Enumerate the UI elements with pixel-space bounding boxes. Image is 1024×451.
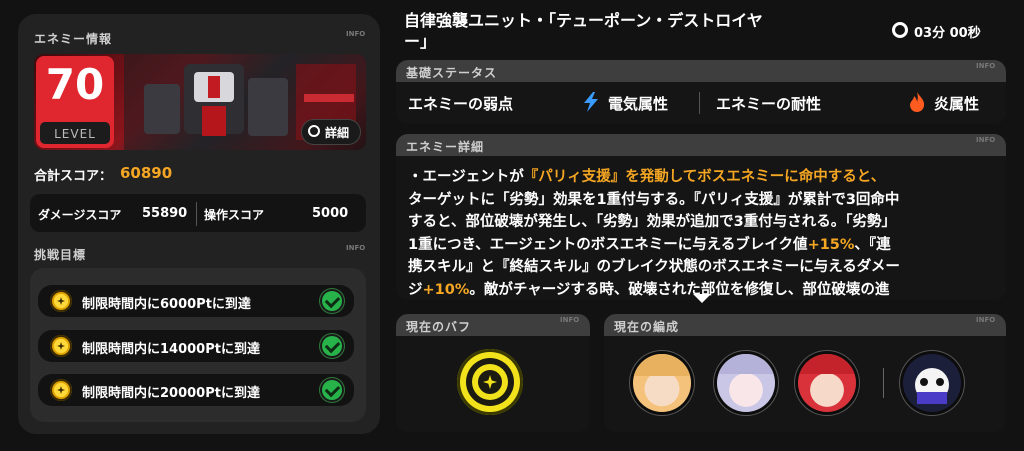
clock-icon (308, 125, 320, 137)
level-value: 70 (45, 60, 105, 109)
info-tag: INFO (976, 316, 996, 324)
timer-text: 03分 00秒 (914, 26, 981, 41)
enemy-title-line-2: ー」 (404, 32, 437, 51)
electric-icon (584, 92, 598, 112)
resistance-label: エネミーの耐性 (716, 95, 822, 113)
info-tag: INFO (976, 62, 996, 70)
medal-icon (50, 335, 72, 357)
info-tag: INFO (346, 244, 366, 252)
enemy-detail-card[interactable]: ・エージェントが『パリィ支援』を発動してボスエネミーに命中すると、 ターゲットに… (396, 156, 1006, 300)
detail-line: ターゲットに「劣勢」効果を1重付与する。『パリィ支援』が累計で3回命中 (408, 191, 900, 208)
medal-icon (50, 379, 72, 401)
level-badge: 70 LEVEL (36, 56, 114, 148)
medal-icon (50, 290, 72, 312)
info-tag: INFO (560, 316, 580, 324)
details-button-label: 詳細 (325, 126, 350, 140)
goal-item: 制限時間内に6000Ptに到達 (38, 285, 354, 317)
enemy-info-section-label: エネミー情報 (34, 32, 113, 46)
detail-line: 携スキル』と『終結スキル』のブレイク状態のボスエネミーに与えるダメー (408, 259, 900, 275)
damage-score-label: ダメージスコア (38, 208, 122, 222)
check-icon (322, 380, 342, 400)
enemy-detail-label: エネミー詳細 (406, 140, 485, 154)
status-divider (699, 92, 700, 114)
weakness-label: エネミーの弱点 (408, 95, 514, 113)
basic-status-label: 基礎ステータス (406, 66, 498, 80)
total-score-value: 60890 (120, 164, 173, 182)
enemy-detail-text: ・エージェントが『パリィ支援』を発動してボスエネミーに命中すると、 ターゲットに… (408, 166, 998, 300)
check-icon (322, 291, 342, 311)
detail-line: すると、部位破壊が発生し、「劣勢」効果が追加で3重付与される。「劣勢」 (408, 214, 897, 230)
score-divider (196, 202, 197, 226)
details-button[interactable]: 詳細 (302, 120, 360, 144)
detail-line: ・エージェントが『パリィ支援』を発動してボスエネミーに命中すると、 (408, 169, 886, 185)
goal-item: 制限時間内に14000Ptに到達 (38, 330, 354, 362)
team-divider (883, 368, 884, 398)
challenge-goals-label: 挑戦目標 (34, 248, 87, 262)
operation-score-label: 操作スコア (204, 208, 265, 222)
total-score-label: 合計スコア： (34, 169, 113, 184)
goal-label: 制限時間内に20000Ptに到達 (82, 386, 260, 401)
fire-icon (910, 92, 925, 112)
goal-item: 制限時間内に20000Ptに到達 (38, 374, 354, 406)
enemy-detail-header (396, 134, 1006, 156)
level-label: LEVEL (54, 127, 96, 141)
goal-label: 制限時間内に14000Ptに到達 (82, 342, 260, 357)
damage-score-value: 55890 (142, 206, 188, 221)
resistance-value: 炎属性 (934, 95, 980, 113)
enemy-portrait-card[interactable]: 70 LEVEL 詳細 (34, 54, 366, 150)
info-tag: INFO (346, 30, 366, 38)
detail-line: 1重につき、エージェントのボスエネミーに与えるブレイク値+15%、『連 (408, 236, 891, 253)
agent-avatar[interactable] (717, 354, 775, 412)
enemy-title-line-1: 自律強襲ユニット・「テューポーン・デストロイヤ (404, 11, 763, 30)
weakness-value: 電気属性 (608, 95, 669, 113)
buff-icon[interactable] (457, 349, 523, 415)
timer-icon (892, 22, 908, 38)
operation-score-value: 5000 (312, 206, 349, 221)
agent-avatar[interactable] (798, 354, 856, 412)
buff-label: 現在のバフ (406, 320, 472, 334)
bangboo-avatar[interactable] (903, 354, 961, 412)
info-tag: INFO (976, 136, 996, 144)
scroll-down-arrow-icon[interactable] (693, 294, 711, 303)
goal-label: 制限時間内に6000Ptに到達 (82, 297, 251, 312)
team-label: 現在の編成 (614, 320, 680, 334)
enemy-title: 自律強襲ユニット・「テューポーン・デストロイヤ ー」 (404, 10, 824, 52)
agent-avatar[interactable] (633, 354, 691, 412)
check-icon (322, 336, 342, 356)
